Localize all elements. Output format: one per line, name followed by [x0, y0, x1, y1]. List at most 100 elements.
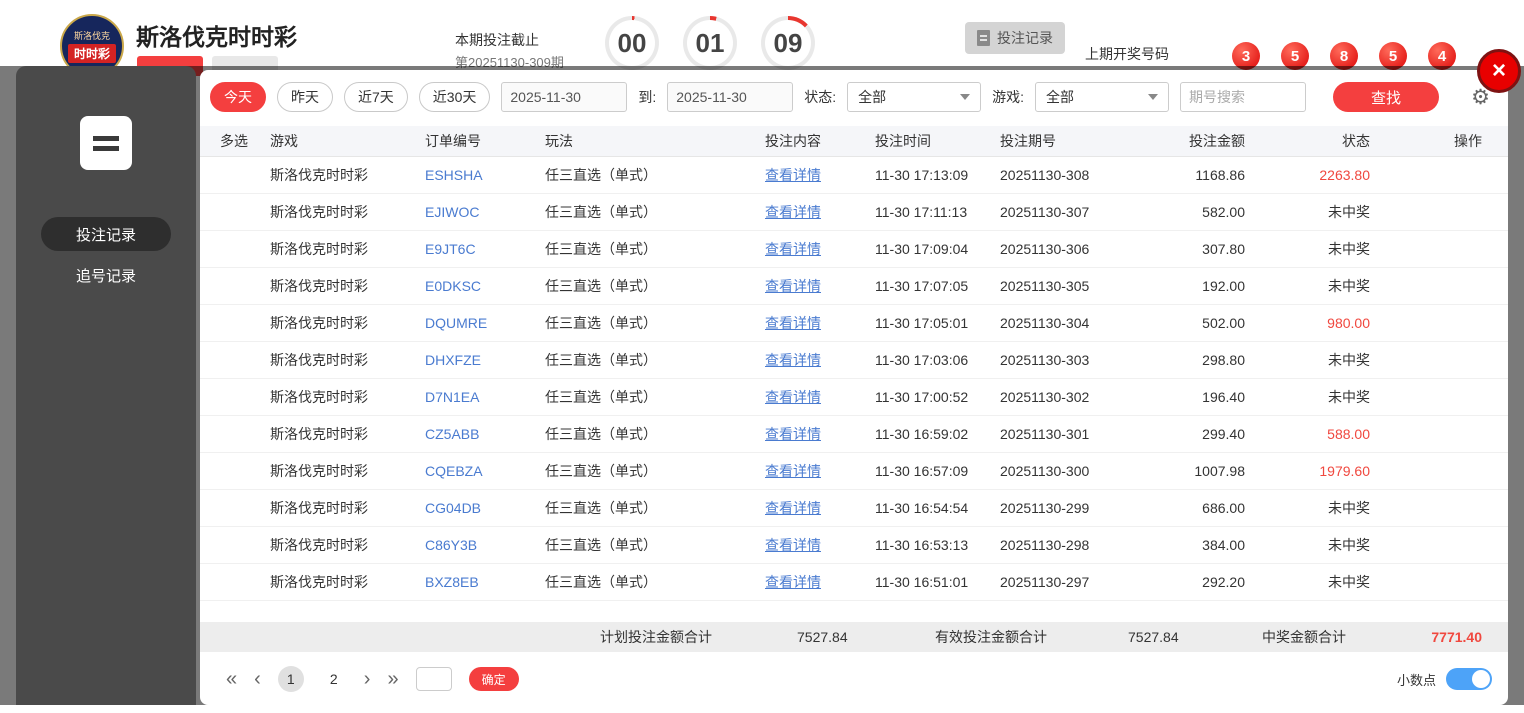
- table-row: 斯洛伐克时时彩 C86Y3B 任三直选（单式） 查看详情 11-30 16:53:13 2…: [200, 526, 1508, 564]
- cell-detail-link-text[interactable]: 查看详情: [765, 204, 821, 220]
- cell-checkbox[interactable]: [200, 156, 265, 194]
- cell-order-id: EJIWOC: [420, 193, 540, 231]
- column-header-order: 订单编号: [420, 126, 540, 157]
- date-to-label: 到:: [638, 89, 657, 105]
- cell-checkbox[interactable]: [200, 341, 265, 379]
- first-page-icon[interactable]: «: [226, 669, 237, 689]
- cell-bet-period: 20251130-307: [995, 193, 1150, 231]
- cell-action: [1375, 452, 1508, 490]
- cell-checkbox[interactable]: [200, 415, 265, 453]
- cell-detail-link[interactable]: 查看详情: [760, 230, 870, 268]
- status-select[interactable]: 全部: [847, 82, 982, 112]
- next-page-icon[interactable]: ›: [364, 669, 371, 689]
- sidebar-item-bet-records[interactable]: 投注记录: [41, 217, 171, 251]
- cell-action: [1375, 378, 1508, 416]
- cell-detail-link[interactable]: 查看详情: [760, 267, 870, 305]
- cell-game: 斯洛伐克时时彩: [265, 489, 420, 527]
- cell-order-id: CZ5ABB: [420, 415, 540, 453]
- cell-checkbox[interactable]: [200, 267, 265, 305]
- cell-bet-time: 11-30 17:05:01: [870, 304, 995, 342]
- period-search-input[interactable]: [1180, 82, 1307, 112]
- cell-detail-link-text[interactable]: 查看详情: [765, 574, 821, 590]
- cell-status: 未中奖: [1250, 378, 1375, 416]
- logo-text-band: 时时彩: [67, 44, 116, 63]
- cell-detail-link-text[interactable]: 查看详情: [765, 426, 821, 442]
- cell-detail-link[interactable]: 查看详情: [760, 156, 870, 194]
- cell-bet-period: 20251130-301: [995, 415, 1150, 453]
- quick-filter-3[interactable]: 近7天: [344, 82, 408, 112]
- table-body: 斯洛伐克时时彩 ESHSHA 任三直选（单式） 查看详情 11-30 17:13:09 2…: [200, 156, 1508, 601]
- bet-records-modal: 今天昨天近7天近30天 到: 状态: 全部 游戏: 全部 查找 ⚙ 多选游戏订单…: [200, 70, 1508, 705]
- cell-detail-link-text[interactable]: 查看详情: [765, 241, 821, 257]
- cell-bet-period: 20251130-304: [995, 304, 1150, 342]
- cell-detail-link-text[interactable]: 查看详情: [765, 537, 821, 553]
- table-row: 斯洛伐克时时彩 CG04DB 任三直选（单式） 查看详情 11-30 16:54:54 2…: [200, 489, 1508, 527]
- cell-bet-period: 20251130-300: [995, 452, 1150, 490]
- column-header-game: 游戏: [265, 126, 420, 157]
- cell-detail-link[interactable]: 查看详情: [760, 415, 870, 453]
- cell-bet-amount: 307.80: [1150, 230, 1250, 268]
- column-header-amount: 投注金额: [1150, 126, 1250, 157]
- cell-detail-link-text[interactable]: 查看详情: [765, 352, 821, 368]
- prev-page-icon[interactable]: ‹: [254, 669, 261, 689]
- date-to-input[interactable]: [667, 82, 794, 112]
- cell-checkbox[interactable]: [200, 378, 265, 416]
- cell-detail-link-text[interactable]: 查看详情: [765, 278, 821, 294]
- page-button-2[interactable]: 2: [321, 666, 347, 692]
- cell-bet-amount: 192.00: [1150, 267, 1250, 305]
- cell-bet-amount: 1007.98: [1150, 452, 1250, 490]
- cell-bet-period: 20251130-298: [995, 526, 1150, 564]
- bet-records-button[interactable]: 投注记录: [965, 22, 1065, 54]
- last-page-icon[interactable]: »: [387, 669, 398, 689]
- cell-detail-link[interactable]: 查看详情: [760, 563, 870, 601]
- cell-checkbox[interactable]: [200, 489, 265, 527]
- cell-checkbox[interactable]: [200, 452, 265, 490]
- cell-detail-link[interactable]: 查看详情: [760, 452, 870, 490]
- quick-filter-2[interactable]: 昨天: [277, 82, 333, 112]
- table-row: 斯洛伐克时时彩 E9JT6C 任三直选（单式） 查看详情 11-30 17:09:04 2…: [200, 230, 1508, 268]
- decimal-toggle[interactable]: [1446, 668, 1492, 690]
- quick-filter-1[interactable]: 今天: [210, 82, 266, 112]
- cell-game: 斯洛伐克时时彩: [265, 230, 420, 268]
- cell-detail-link-text[interactable]: 查看详情: [765, 500, 821, 516]
- game-select[interactable]: 全部: [1035, 82, 1170, 112]
- confirm-page-button[interactable]: 确定: [468, 667, 519, 691]
- win-total-value: 7771.40: [1431, 629, 1482, 645]
- cell-order-id-text: ESHSHA: [425, 166, 483, 183]
- document-icon: [977, 30, 990, 46]
- column-header-check: 多选: [200, 126, 265, 157]
- cell-detail-link-text[interactable]: 查看详情: [765, 463, 821, 479]
- cell-play-type: 任三直选（单式）: [540, 415, 760, 453]
- cell-action: [1375, 415, 1508, 453]
- cell-detail-link[interactable]: 查看详情: [760, 341, 870, 379]
- cell-detail-link-text[interactable]: 查看详情: [765, 315, 821, 331]
- cell-bet-time: 11-30 17:09:04: [870, 230, 995, 268]
- cell-play-type: 任三直选（单式）: [540, 304, 760, 342]
- sidebar-item-chase-records[interactable]: 追号记录: [41, 258, 171, 292]
- quick-filter-4[interactable]: 近30天: [418, 82, 491, 112]
- cell-detail-link[interactable]: 查看详情: [760, 304, 870, 342]
- cell-order-id-text: C86Y3B: [425, 536, 478, 553]
- date-from-input[interactable]: [501, 82, 628, 112]
- cell-detail-link[interactable]: 查看详情: [760, 526, 870, 564]
- cell-order-id-text: D7N1EA: [425, 388, 480, 405]
- cell-play-type: 任三直选（单式）: [540, 341, 760, 379]
- cell-detail-link-text[interactable]: 查看详情: [765, 389, 821, 405]
- cell-checkbox[interactable]: [200, 304, 265, 342]
- cell-detail-link[interactable]: 查看详情: [760, 489, 870, 527]
- cell-order-id: ESHSHA: [420, 156, 540, 194]
- page-jump-input[interactable]: [415, 667, 452, 691]
- cell-bet-amount: 502.00: [1150, 304, 1250, 342]
- cell-checkbox[interactable]: [200, 563, 265, 601]
- search-button[interactable]: 查找: [1333, 82, 1440, 112]
- cell-detail-link[interactable]: 查看详情: [760, 378, 870, 416]
- close-button[interactable]: ×: [1477, 49, 1521, 93]
- cell-checkbox[interactable]: [200, 526, 265, 564]
- cell-bet-amount: 384.00: [1150, 526, 1250, 564]
- page-button-1[interactable]: 1: [277, 666, 304, 692]
- cell-detail-link[interactable]: 查看详情: [760, 193, 870, 231]
- cell-detail-link-text[interactable]: 查看详情: [765, 167, 821, 183]
- table-header-row: 多选 游戏 订单编号 玩法 投注内容 投注时间 投注期号 投注金额 状态 操作: [200, 126, 1508, 157]
- cell-checkbox[interactable]: [200, 230, 265, 268]
- cell-checkbox[interactable]: [200, 193, 265, 231]
